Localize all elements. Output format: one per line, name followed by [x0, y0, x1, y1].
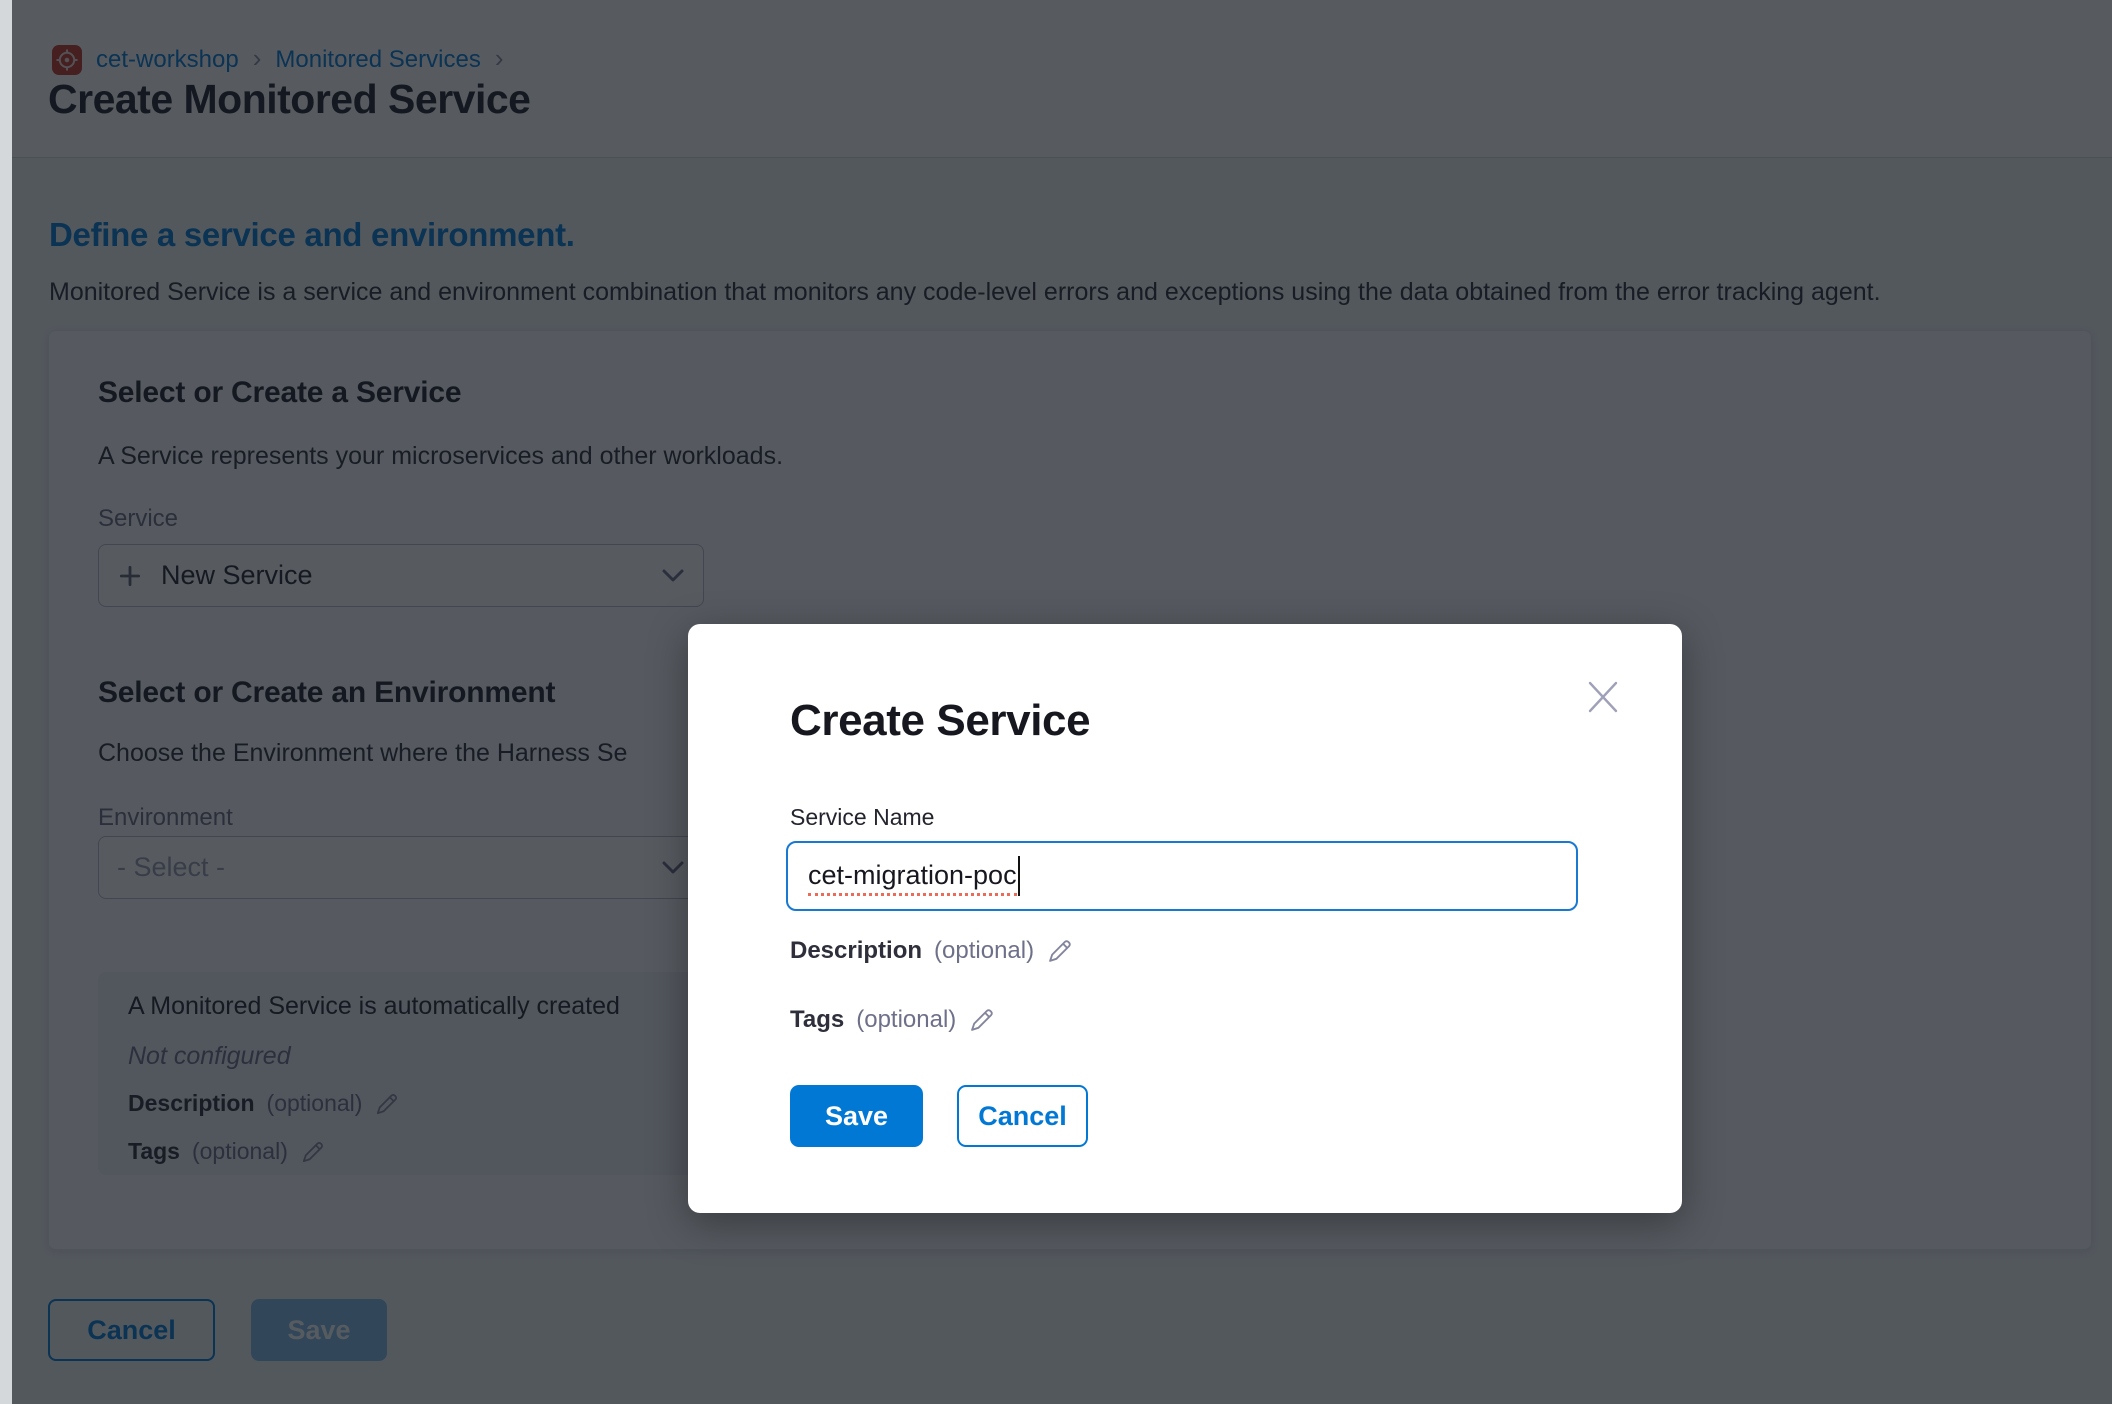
modal-title: Create Service	[790, 696, 1090, 746]
modal-description-row: Description (optional)	[790, 937, 1074, 965]
tags-optional-label: (optional)	[856, 1006, 956, 1034]
app-frame: cet-workshop › Monitored Services › Crea…	[0, 0, 2112, 1404]
edit-pencil-icon[interactable]	[1046, 937, 1074, 965]
description-optional-label: (optional)	[934, 937, 1034, 965]
close-icon[interactable]	[1586, 679, 1620, 715]
text-caret	[1018, 856, 1020, 896]
modal-cancel-button[interactable]: Cancel	[957, 1085, 1088, 1147]
service-name-input[interactable]: cet-migration-poc	[786, 841, 1578, 911]
service-name-label: Service Name	[790, 804, 934, 831]
modal-tags-row: Tags (optional)	[790, 1006, 996, 1034]
description-label: Description	[790, 937, 922, 965]
create-service-modal: Create Service Service Name cet-migratio…	[688, 624, 1682, 1213]
edit-pencil-icon[interactable]	[968, 1006, 996, 1034]
tags-label: Tags	[790, 1006, 844, 1034]
modal-save-button[interactable]: Save	[790, 1085, 923, 1147]
window-edge-strip	[0, 0, 12, 1404]
service-name-value: cet-migration-poc	[808, 857, 1017, 896]
